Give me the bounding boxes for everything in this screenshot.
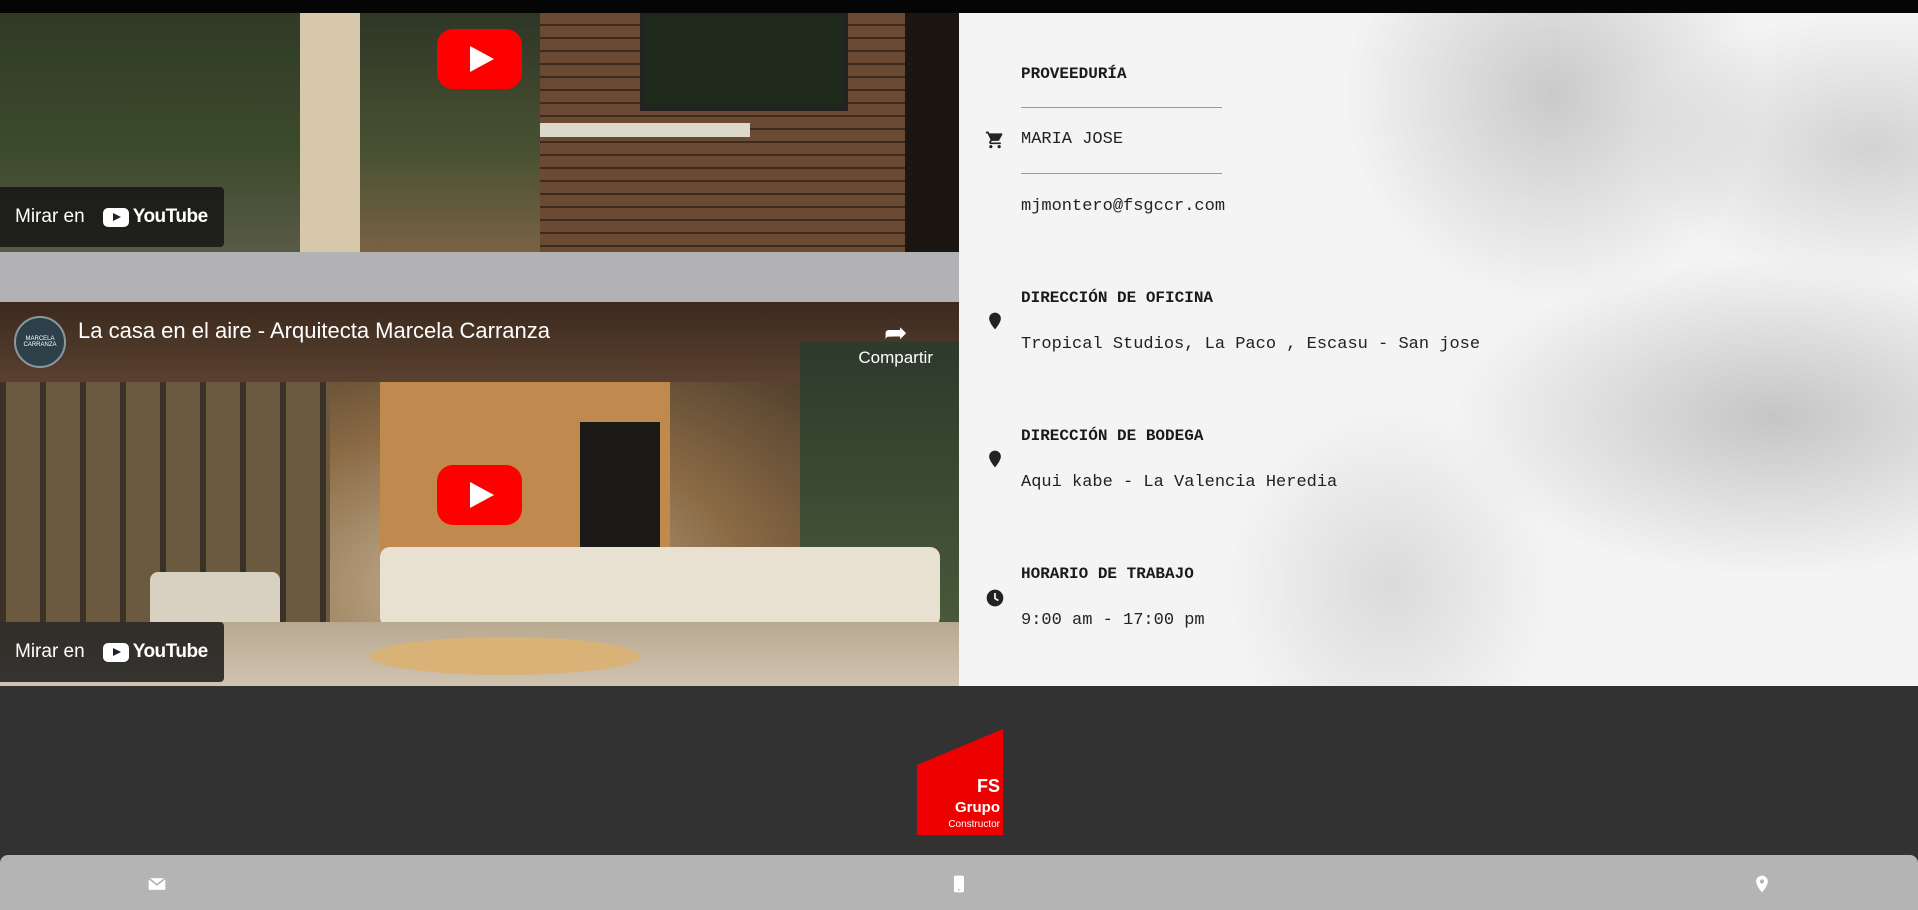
sofa: [380, 547, 940, 627]
window: [640, 13, 848, 111]
share-label: Compartir: [858, 348, 933, 367]
coffee-table: [370, 637, 640, 675]
dark-shelf: [580, 422, 660, 562]
logo-constructor: Constructor: [948, 819, 1000, 830]
hours-heading: HORARIO DE TRABAJO: [1021, 565, 1194, 583]
channel-avatar-text: MARCELA CARRANZA: [23, 336, 57, 348]
location-pin-icon: [989, 450, 1001, 468]
watch-label: Mirar en: [15, 206, 85, 227]
play-button[interactable]: [437, 465, 522, 525]
youtube-wordmark: YouTube: [132, 206, 208, 227]
mail-icon[interactable]: [147, 874, 167, 894]
phone-icon[interactable]: [949, 874, 969, 894]
supplier-heading: PROVEEDURÍA: [1021, 65, 1127, 83]
location-pin-icon: [989, 312, 1001, 330]
share-icon: ➦: [883, 317, 908, 348]
youtube-wordmark: YouTube: [132, 641, 208, 662]
youtube-logo: YouTube: [102, 206, 208, 228]
contact-panel: PROVEEDURÍA MARIA JOSE mjmontero@fsgccr.…: [959, 13, 1918, 686]
office-heading: DIRECCIÓN DE OFICINA: [1021, 289, 1214, 307]
youtube-video-2[interactable]: MARCELA CARRANZA La casa en el aire - Ar…: [0, 302, 959, 686]
clock-icon: [986, 589, 1004, 607]
videos-column: Mirar en YouTube MARCELA CARRANZA La cas…: [0, 13, 959, 686]
watch-on-youtube-button[interactable]: Mirar en YouTube: [0, 187, 224, 247]
watch-on-youtube-button[interactable]: Mirar en YouTube: [0, 622, 224, 682]
hours-value: 9:00 am - 17:00 pm: [1021, 611, 1205, 630]
map-pin-icon[interactable]: [1752, 874, 1772, 894]
cart-icon: [985, 131, 1003, 149]
watch-label: Mirar en: [15, 641, 85, 662]
warehouse-heading: DIRECCIÓN DE BODEGA: [1021, 427, 1204, 445]
top-bar: [0, 0, 1918, 13]
youtube-play-icon: [102, 642, 129, 662]
supplier-name: MARIA JOSE: [1021, 130, 1124, 149]
video-title[interactable]: La casa en el aire - Arquitecta Marcela …: [78, 318, 550, 344]
share-button[interactable]: ➦ Compartir: [858, 318, 933, 368]
wood-post: [300, 13, 360, 252]
youtube-play-icon: [102, 207, 129, 227]
office-address: Tropical Studios, La Paco , Escasu - San…: [1021, 335, 1481, 354]
supplier-email[interactable]: mjmontero@fsgccr.com: [1021, 197, 1225, 216]
bottom-contact-bar: [0, 855, 1918, 910]
fs-grupo-constructor-logo[interactable]: FS Grupo Constructor: [917, 729, 1003, 835]
divider: [1021, 173, 1222, 174]
youtube-video-1[interactable]: Mirar en YouTube: [0, 13, 959, 252]
youtube-logo: YouTube: [102, 641, 208, 663]
dark-edge: [905, 13, 959, 252]
logo-grupo: Grupo: [955, 799, 1000, 816]
divider: [1021, 107, 1222, 108]
counter-top: [540, 123, 750, 137]
warehouse-address: Aqui kabe - La Valencia Heredia: [1021, 473, 1338, 492]
play-button[interactable]: [437, 29, 522, 89]
channel-avatar[interactable]: MARCELA CARRANZA: [14, 316, 66, 368]
logo-fs: FS: [977, 776, 1000, 796]
